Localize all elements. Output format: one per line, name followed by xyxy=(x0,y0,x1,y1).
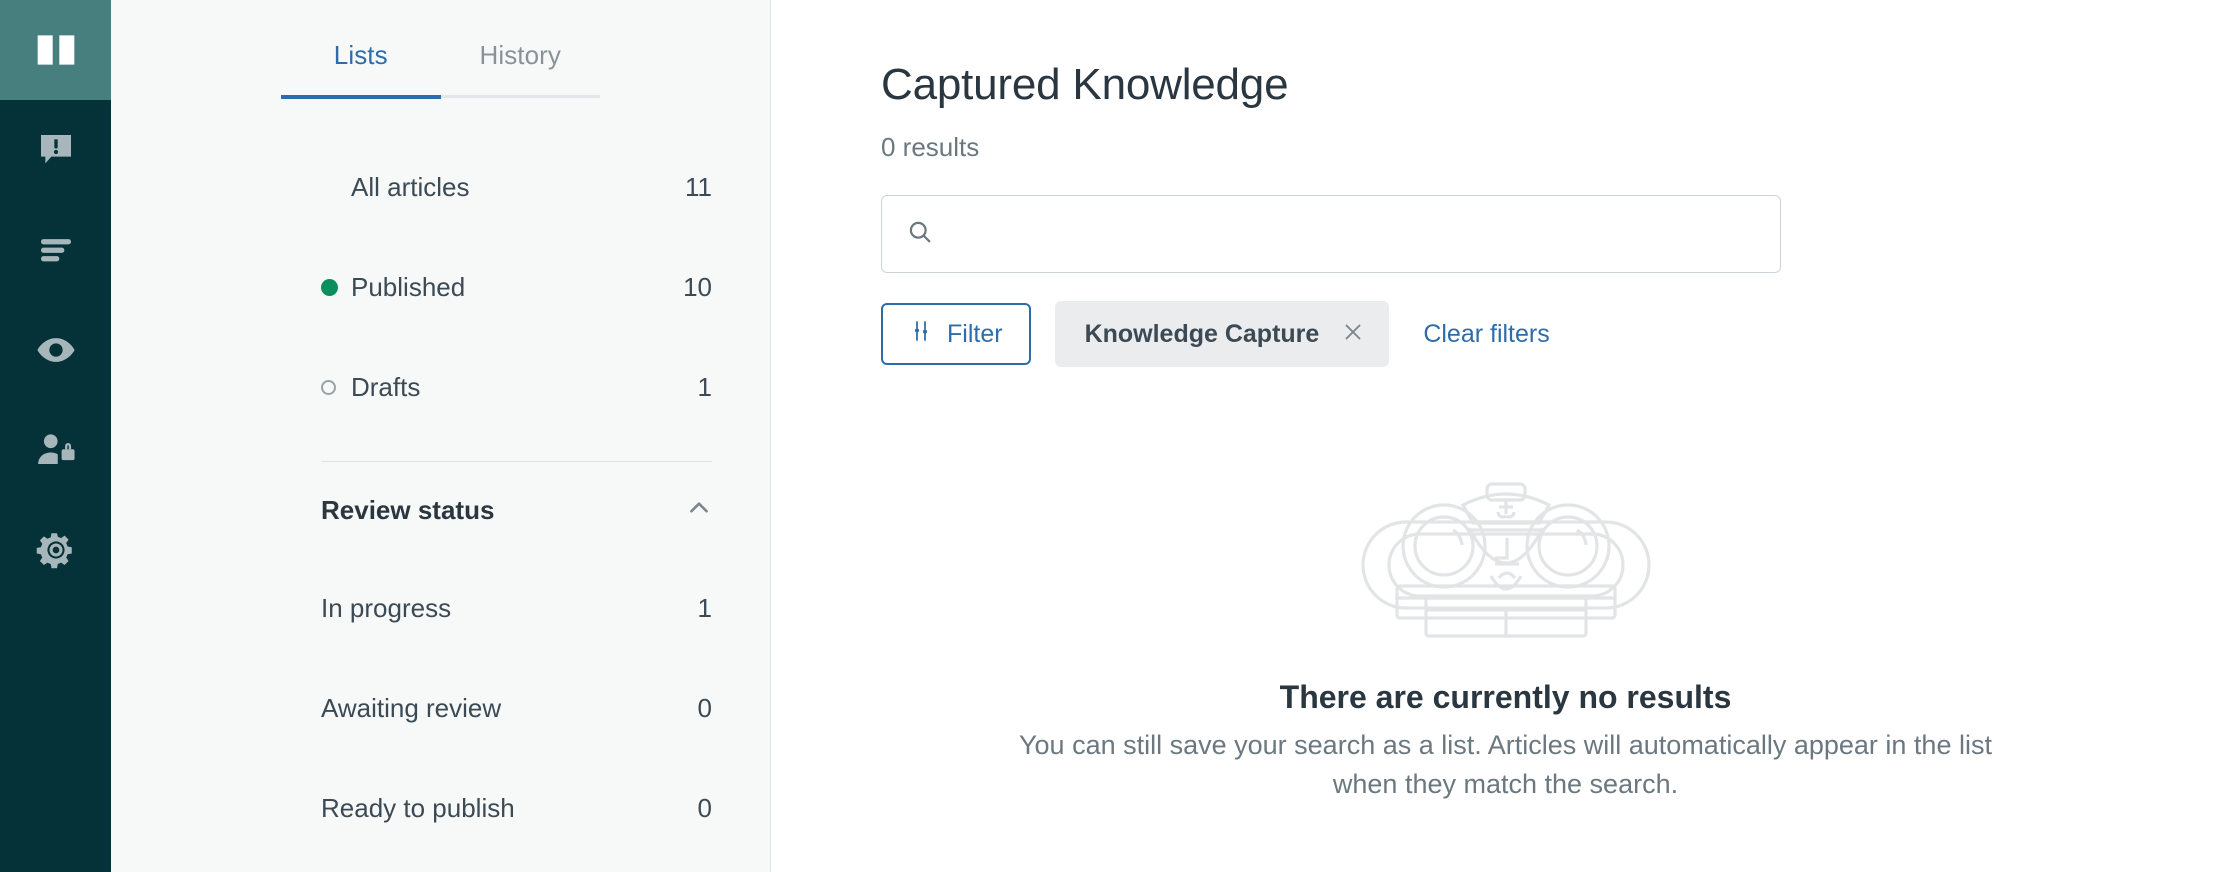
status-dot-published xyxy=(321,279,351,296)
panel-tabs: Lists History xyxy=(111,0,770,95)
clear-filters-link[interactable]: Clear filters xyxy=(1423,320,1549,349)
main-header-area: Captured Knowledge 0 results xyxy=(771,0,2240,367)
list-item-published[interactable]: Published 10 xyxy=(111,237,770,337)
icon-rail xyxy=(0,0,111,872)
sliders-icon xyxy=(909,319,933,350)
list-item-awaiting-review[interactable]: Awaiting review 0 xyxy=(111,658,770,758)
lists-panel: Lists History All articles 11 Published … xyxy=(111,0,771,872)
list-item-count: 1 xyxy=(698,372,712,403)
rail-item-preview[interactable] xyxy=(0,300,111,400)
list-item-ready-to-publish[interactable]: Ready to publish 0 xyxy=(111,758,770,858)
gear-icon xyxy=(35,529,77,571)
list-item-count: 0 xyxy=(698,793,712,824)
saved-lists: All articles 11 Published 10 Drafts 1 Re… xyxy=(111,137,770,858)
search-icon xyxy=(906,218,934,251)
list-item-count: 10 xyxy=(683,272,712,303)
filter-bar: Filter Knowledge Capture Clear filters xyxy=(881,301,2240,367)
user-lock-icon xyxy=(35,429,77,471)
filter-button[interactable]: Filter xyxy=(881,303,1031,365)
close-icon[interactable] xyxy=(1341,320,1365,349)
list-item-count: 11 xyxy=(685,172,712,203)
list-item-drafts[interactable]: Drafts 1 xyxy=(111,337,770,437)
page-title: Captured Knowledge xyxy=(881,60,2240,110)
list-item-label: Awaiting review xyxy=(321,693,698,724)
list-item-label: Ready to publish xyxy=(321,793,698,824)
search-box[interactable] xyxy=(881,195,1781,273)
tab-lists[interactable]: Lists xyxy=(281,0,441,95)
book-open-icon xyxy=(34,28,78,72)
rail-item-notifications[interactable] xyxy=(0,100,111,200)
tabs-underline xyxy=(281,95,600,99)
active-filter-chip[interactable]: Knowledge Capture xyxy=(1055,301,1390,367)
rail-item-knowledge[interactable] xyxy=(0,0,111,100)
filter-button-label: Filter xyxy=(947,320,1003,349)
list-item-label: All articles xyxy=(351,172,685,203)
sailor-binoculars-illustration xyxy=(1006,460,2006,645)
empty-state-heading: There are currently no results xyxy=(1006,679,2006,716)
section-review-status[interactable]: Review status xyxy=(111,462,770,558)
list-item-all-articles[interactable]: All articles 11 xyxy=(111,137,770,237)
section-title: Review status xyxy=(321,495,686,526)
rail-item-content[interactable] xyxy=(0,200,111,300)
list-lines-icon xyxy=(36,230,76,270)
results-count: 0 results xyxy=(881,132,2240,163)
list-item-count: 0 xyxy=(698,693,712,724)
main-content: Captured Knowledge 0 results xyxy=(771,0,2240,872)
list-item-label: Published xyxy=(351,272,683,303)
tabs-active-indicator xyxy=(281,95,441,99)
alert-bubble-icon xyxy=(36,130,76,170)
chevron-up-icon[interactable] xyxy=(686,495,712,526)
empty-state-body: You can still save your search as a list… xyxy=(1006,726,2006,804)
tab-history[interactable]: History xyxy=(441,0,601,95)
chip-label: Knowledge Capture xyxy=(1085,320,1320,349)
status-dot-draft xyxy=(321,380,351,395)
list-item-label: Drafts xyxy=(351,372,698,403)
rail-item-permissions[interactable] xyxy=(0,400,111,500)
app-root: Lists History All articles 11 Published … xyxy=(0,0,2240,872)
empty-state: There are currently no results You can s… xyxy=(1006,460,2006,804)
search-input[interactable] xyxy=(948,220,1756,249)
list-item-in-progress[interactable]: In progress 1 xyxy=(111,558,770,658)
rail-item-settings[interactable] xyxy=(0,500,111,600)
list-item-label: In progress xyxy=(321,593,698,624)
eye-icon xyxy=(35,329,77,371)
list-item-count: 1 xyxy=(698,593,712,624)
